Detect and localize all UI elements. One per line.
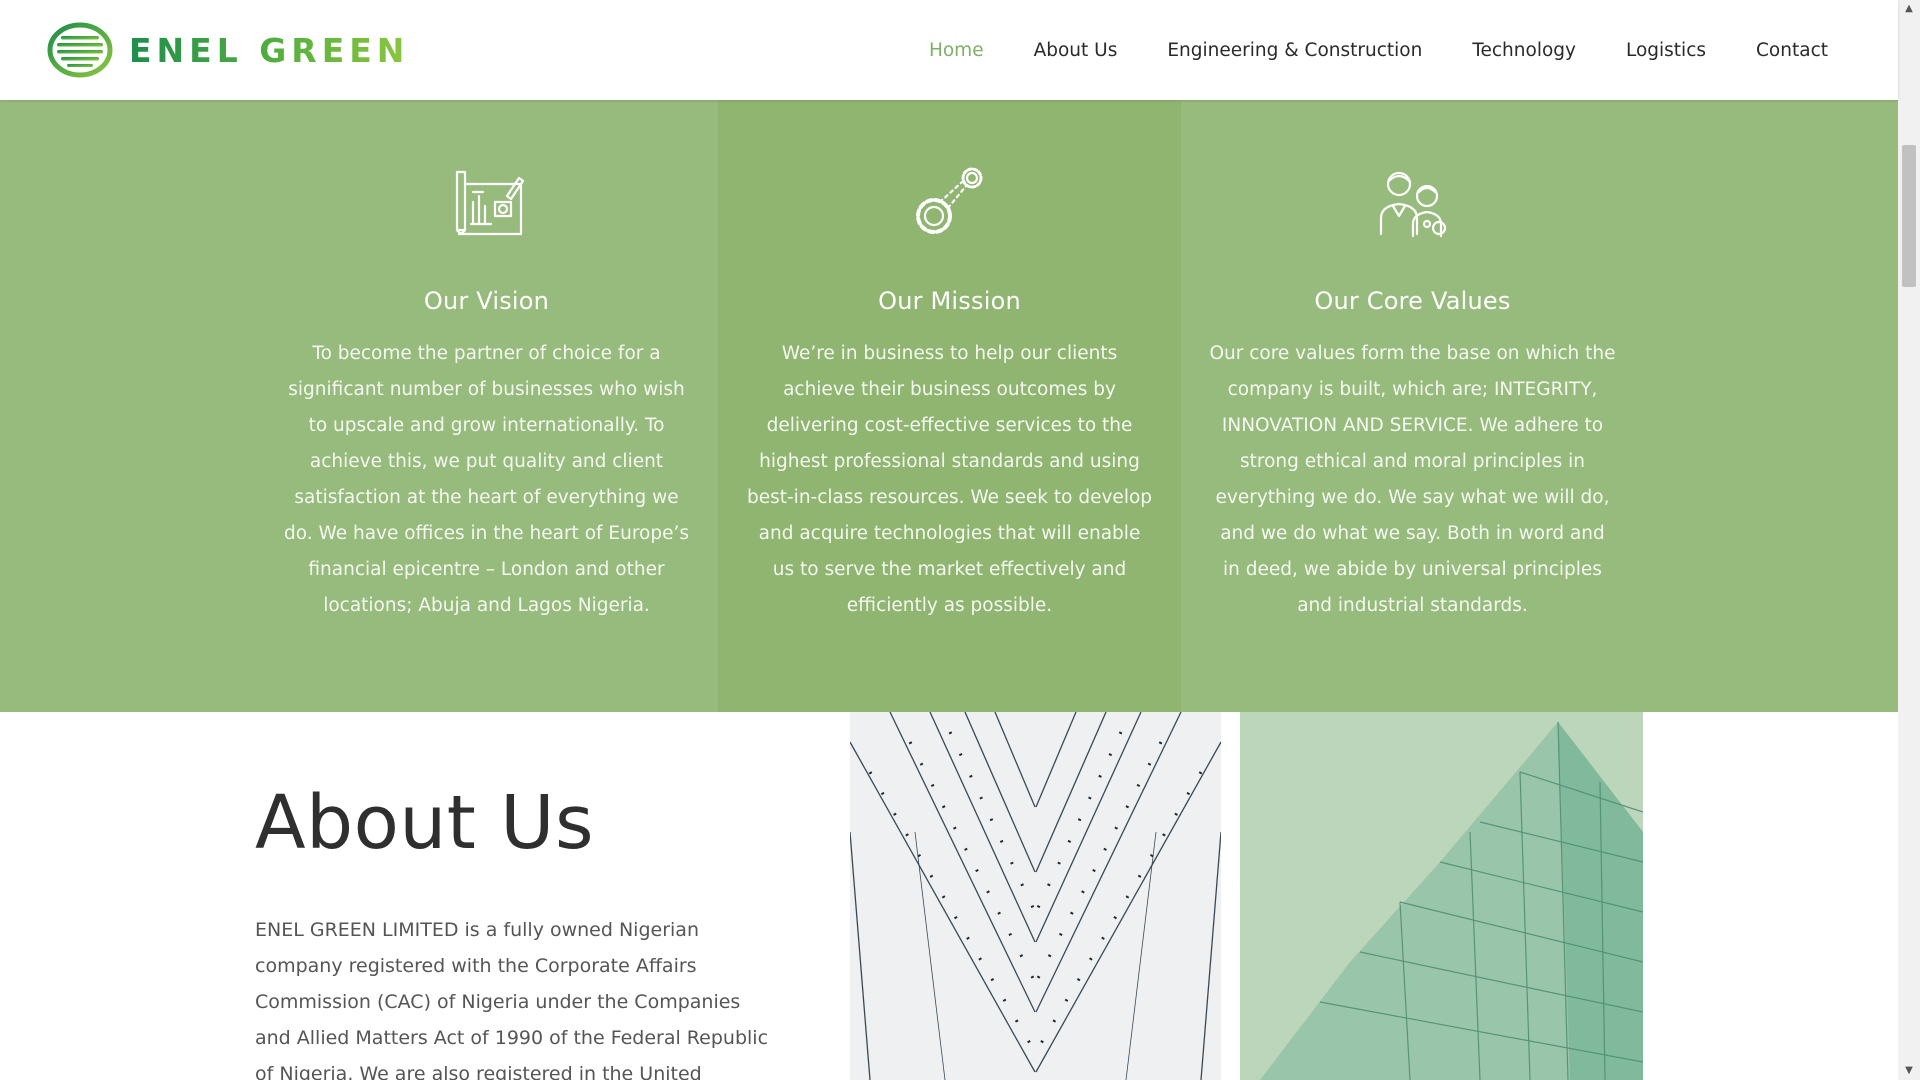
scroll-up-arrow-icon[interactable]: ▲ [1898,0,1920,18]
logo-text: ENEL GREEN [129,30,410,70]
scroll-down-arrow-icon[interactable]: ▼ [1898,1062,1920,1080]
main-nav: Home About Us Engineering & Construction… [879,0,1828,100]
gears-icon [915,167,982,234]
team-icon [1379,171,1446,238]
site-header: ENEL GREEN Home About Us Engineering & C… [0,0,1898,100]
building-facade-image [850,712,1221,1080]
mission-column: Our Mission We’re in business to help ou… [718,100,1181,712]
logo-mark-icon [47,22,113,78]
nav-logistics[interactable]: Logistics [1626,40,1706,61]
values-text: Our core values form the base on which t… [1209,343,1616,616]
nav-contact[interactable]: Contact [1756,40,1828,61]
nav-home[interactable]: Home [929,40,984,61]
nav-technology[interactable]: Technology [1472,40,1576,61]
mission-text: We’re in business to help our clients ac… [746,343,1153,616]
glass-building-image [1240,712,1643,1080]
vision-column: Our Vision To become the partner of choi… [255,100,718,712]
mission-title: Our Mission [878,287,1021,315]
logo[interactable]: ENEL GREEN [47,22,409,78]
about-title: About Us [255,780,595,866]
values-title: Our Core Values [1314,287,1511,315]
vertical-scrollbar[interactable]: ▲ ▼ [1898,0,1920,1080]
blueprint-icon [455,170,524,236]
vision-title: Our Vision [423,287,550,315]
vision-text: To become the partner of choice for a si… [284,343,689,616]
nav-about-us[interactable]: About Us [1034,40,1118,61]
pillars-section: Our Vision To become the partner of choi… [0,100,1898,712]
values-column: Our Core Values Our core values form the… [1181,100,1644,712]
nav-engineering-construction[interactable]: Engineering & Construction [1167,40,1422,61]
scroll-thumb[interactable] [1902,145,1916,287]
about-text: ENEL GREEN LIMITED is a fully owned Nige… [255,919,769,1080]
